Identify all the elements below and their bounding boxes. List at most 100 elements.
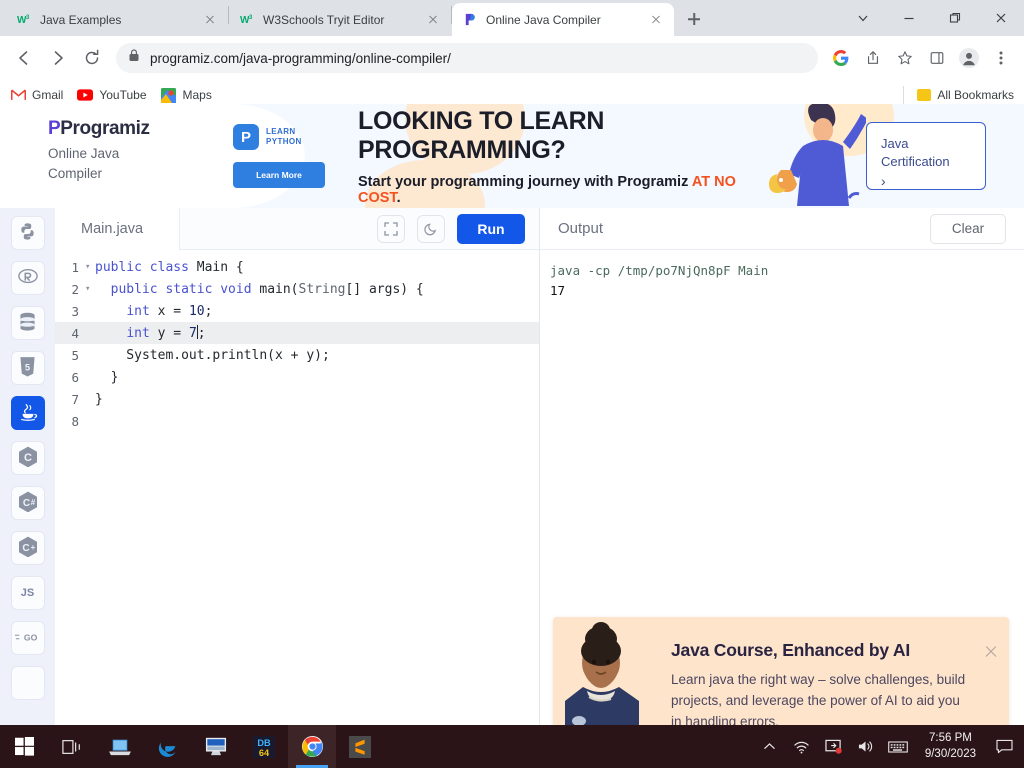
sidebar-item-go[interactable]: GO	[10, 621, 45, 655]
back-icon[interactable]	[8, 42, 40, 74]
code-line-active[interactable]: 4 int y = 7;	[55, 322, 539, 344]
javascript-icon: JS	[20, 587, 35, 599]
svg-text:+: +	[30, 543, 35, 552]
side-panel-icon[interactable]	[922, 43, 952, 73]
sidebar-item-java[interactable]	[10, 396, 45, 430]
taskbar-app-laptop[interactable]	[96, 725, 144, 768]
programiz-logo[interactable]: PProgramiz	[48, 118, 205, 140]
chevron-down-icon[interactable]	[840, 2, 886, 34]
sidebar-item-html[interactable]: 5	[10, 351, 45, 385]
bookmark-gmail-label: Gmail	[32, 88, 64, 102]
code-line[interactable]: 7 }	[55, 388, 539, 410]
new-tab-button[interactable]	[680, 5, 708, 33]
notification-icon[interactable]	[992, 735, 1016, 759]
show-hidden-icons-icon[interactable]	[759, 736, 781, 758]
bookmark-star-icon[interactable]	[890, 43, 920, 73]
address-bar[interactable]: programiz.com/java-programming/online-co…	[116, 43, 818, 73]
learn-more-button[interactable]: Learn More	[233, 162, 325, 188]
taskbar-app-edge[interactable]	[144, 725, 192, 768]
start-button[interactable]	[0, 725, 48, 768]
dark-mode-moon-icon[interactable]	[417, 214, 445, 243]
close-icon[interactable]	[202, 12, 218, 28]
taskbar-clock[interactable]: 7:56 PM 9/30/2023	[919, 731, 982, 762]
clear-button[interactable]: Clear	[930, 213, 1006, 244]
code-area[interactable]: 1 ▾ public class Main { 2 ▾ public stati…	[55, 250, 539, 725]
close-icon[interactable]	[984, 644, 998, 658]
task-view-button[interactable]	[48, 725, 96, 768]
svg-text:3: 3	[249, 15, 253, 21]
system-tray: 7:56 PM 9/30/2023	[759, 731, 1024, 762]
programiz-logo-initial: P	[48, 118, 61, 139]
google-icon[interactable]	[826, 43, 856, 73]
taskbar-app-monitor[interactable]	[192, 725, 240, 768]
display-icon[interactable]	[823, 736, 845, 758]
line-number: 6	[71, 369, 79, 385]
svg-text:64: 64	[259, 748, 270, 758]
promo-heading: Java Course, Enhanced by AI	[671, 640, 911, 660]
advertisement-banner[interactable]: P LEARN PYTHON Learn More LOOKING TO LEA…	[205, 104, 1024, 208]
all-bookmarks-button[interactable]: All Bookmarks	[917, 88, 1014, 102]
chrome-menu-icon[interactable]	[986, 43, 1016, 73]
svg-text:C: C	[22, 498, 29, 509]
share-icon[interactable]	[858, 43, 888, 73]
sidebar-item-sql[interactable]	[10, 306, 45, 340]
promo-description: Learn java the right way – solve challen…	[671, 672, 966, 725]
maximize-icon[interactable]	[932, 2, 978, 34]
network-icon[interactable]	[791, 736, 813, 758]
code-line[interactable]: 6 }	[55, 366, 539, 388]
line-number: 1	[71, 259, 79, 275]
ad-subline: Start your programming journey with Prog…	[358, 174, 751, 206]
line-number: 4	[71, 325, 79, 341]
code-line-text: }	[95, 391, 103, 407]
fold-toggle-icon[interactable]: ▾	[85, 284, 95, 294]
reload-icon[interactable]	[76, 42, 108, 74]
fold-toggle-icon[interactable]: ▾	[85, 262, 95, 272]
sidebar-item-javascript[interactable]: JS	[10, 576, 45, 610]
promo-instructor-photo	[553, 617, 663, 725]
taskbar-app-chrome[interactable]	[288, 725, 336, 768]
ad-headline: LOOKING TO LEARN PROGRAMMING?	[358, 106, 605, 164]
file-tab-main-java[interactable]: Main.java	[55, 207, 180, 250]
code-line[interactable]: 2 ▾ public static void main(String[] arg…	[55, 278, 539, 300]
code-line-text: }	[95, 369, 119, 385]
java-certification-card[interactable]: Java Certification ›	[866, 121, 986, 191]
promo-card[interactable]: Java Course, Enhanced by AI Learn java t…	[553, 617, 1009, 725]
browser-tab-2[interactable]: W3 W3Schools Tryit Editor	[229, 3, 451, 36]
sidebar-item-r[interactable]	[10, 261, 45, 295]
site-branding: PProgramiz Online Java Compiler	[0, 104, 205, 208]
minimize-icon[interactable]	[886, 2, 932, 34]
browser-tab-1[interactable]: W3 Java Examples	[6, 3, 228, 36]
volume-icon[interactable]	[855, 736, 877, 758]
sidebar-item-python[interactable]	[10, 216, 45, 250]
bookmark-maps[interactable]: Maps	[161, 87, 212, 103]
run-button[interactable]: Run	[457, 213, 525, 244]
bookmark-gmail[interactable]: Gmail	[10, 87, 63, 103]
taskbar-app-sublime[interactable]	[336, 725, 384, 768]
output-command: java -cp /tmp/po7NjQn8pF Main	[550, 263, 769, 278]
sidebar-item-more[interactable]	[10, 666, 45, 700]
bookmark-youtube[interactable]: YouTube	[77, 87, 147, 103]
close-icon[interactable]	[425, 12, 441, 28]
close-icon[interactable]	[648, 12, 664, 28]
fullscreen-icon[interactable]	[377, 214, 405, 243]
taskbar-time: 7:56 PM	[929, 731, 972, 744]
keyboard-icon[interactable]	[887, 736, 909, 758]
code-line[interactable]: 8	[55, 410, 539, 432]
browser-tab-3[interactable]: Online Java Compiler	[452, 3, 674, 36]
chevron-right-icon: ›	[881, 173, 886, 190]
editor-toolbar: Main.java Run	[55, 207, 539, 250]
taskbar-app-dosbox[interactable]: DB 64	[240, 725, 288, 768]
sidebar-item-csharp[interactable]: C #	[10, 486, 45, 520]
code-line[interactable]: 1 ▾ public class Main {	[55, 256, 539, 278]
sidebar-item-c[interactable]: C	[10, 441, 45, 475]
close-icon[interactable]	[978, 2, 1024, 34]
code-line[interactable]: 5 System.out.println(x + y);	[55, 344, 539, 366]
profile-icon[interactable]	[954, 43, 984, 73]
bookmark-youtube-label: YouTube	[99, 88, 147, 102]
html5-icon: 5	[19, 356, 36, 380]
sidebar-item-cpp[interactable]: C +	[10, 531, 45, 565]
gmail-icon	[10, 87, 26, 103]
code-line[interactable]: 3 int x = 10;	[55, 300, 539, 322]
tab-strip: W3 Java Examples W3 W3Schools Tryit Edit…	[0, 0, 1024, 36]
forward-icon[interactable]	[42, 42, 74, 74]
